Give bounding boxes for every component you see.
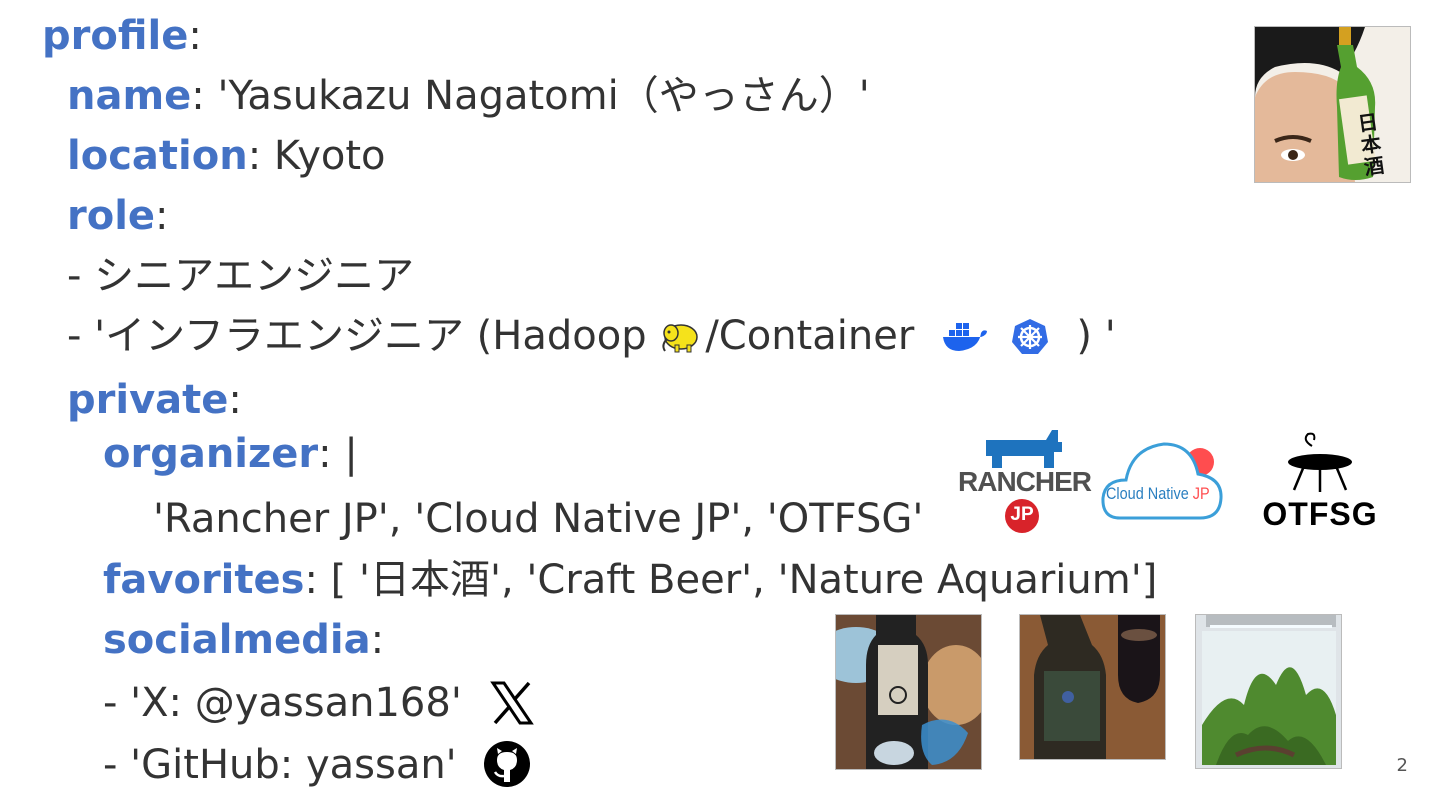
favorites-key: favorites xyxy=(103,557,305,603)
role-item-2-close: ) ' xyxy=(1076,313,1116,359)
location-key: location xyxy=(67,133,248,179)
cloud-icon xyxy=(1101,442,1223,520)
craft-beer-photo xyxy=(1019,614,1166,760)
rancher-jp-logo: RANCHER JP xyxy=(958,428,1092,533)
cloud-native-jp-logo: Cloud Native JP xyxy=(1100,436,1226,528)
cloud-native-text: Cloud Native JP xyxy=(1106,484,1210,504)
name-key: name xyxy=(67,73,192,119)
otfsg-text: OTFSG xyxy=(1262,496,1378,532)
github-octocat-icon[interactable] xyxy=(483,740,531,788)
cloud-native-jp-label: JP xyxy=(1192,484,1210,503)
organizer-line: organizer: | xyxy=(103,431,358,477)
favorites-value: [ '日本酒', 'Craft Beer', 'Nature Aquarium'… xyxy=(330,557,1158,603)
page-number: 2 xyxy=(1396,755,1408,776)
private-line: private: xyxy=(67,377,242,423)
organizer-key: organizer xyxy=(103,431,319,477)
role-item-2-container: /Container xyxy=(705,313,915,359)
profile-key: profile xyxy=(42,13,189,59)
favorites-line: favorites: [ '日本酒', 'Craft Beer', 'Natur… xyxy=(103,557,1158,603)
socialmedia-line: socialmedia: xyxy=(103,617,385,663)
profile-line: profile: xyxy=(42,13,202,59)
social-github-text: - 'GitHub: yassan' xyxy=(103,742,457,788)
organizer-pipe: | xyxy=(344,431,358,477)
kubernetes-helm-icon xyxy=(1010,317,1050,357)
otfsg-ufo-icon xyxy=(1288,432,1352,492)
x-logo-icon[interactable] xyxy=(489,680,535,726)
location-line: location: Kyoto xyxy=(67,133,386,179)
avatar: 日本酒 xyxy=(1254,26,1411,183)
name-line: name: 'Yasukazu Nagatomi（やっさん）' xyxy=(67,73,870,119)
name-value: 'Yasukazu Nagatomi（やっさん）' xyxy=(217,73,870,119)
social-x-line: - 'X: @yassan168' xyxy=(103,680,535,726)
socialmedia-key: socialmedia xyxy=(103,617,371,663)
hadoop-elephant-icon xyxy=(659,319,705,355)
sake-photo xyxy=(835,614,982,770)
role-item-1: - シニアエンジニア xyxy=(67,253,415,299)
role-item-2-text: - 'インフラエンジニア (Hadoop xyxy=(67,313,647,359)
social-x-text: - 'X: @yassan168' xyxy=(103,680,462,726)
otfsg-logo: OTFSG xyxy=(1252,432,1388,532)
social-github-line: - 'GitHub: yassan' xyxy=(103,740,531,788)
aquarium-photo xyxy=(1195,614,1342,769)
rancher-jp-text: JP xyxy=(1010,504,1034,525)
role-item-2: - 'インフラエンジニア (Hadoop /Container) ' xyxy=(67,316,1116,357)
private-key: private xyxy=(67,377,229,423)
location-value: Kyoto xyxy=(273,133,386,179)
organizer-value: 'Rancher JP', 'Cloud Native JP', 'OTFSG' xyxy=(153,496,924,542)
rancher-text: RANCHER xyxy=(958,466,1092,497)
cloud-native-label: Cloud Native xyxy=(1106,484,1189,503)
role-key: role xyxy=(67,193,156,239)
role-line: role: xyxy=(67,193,169,239)
docker-whale-icon xyxy=(941,319,989,355)
